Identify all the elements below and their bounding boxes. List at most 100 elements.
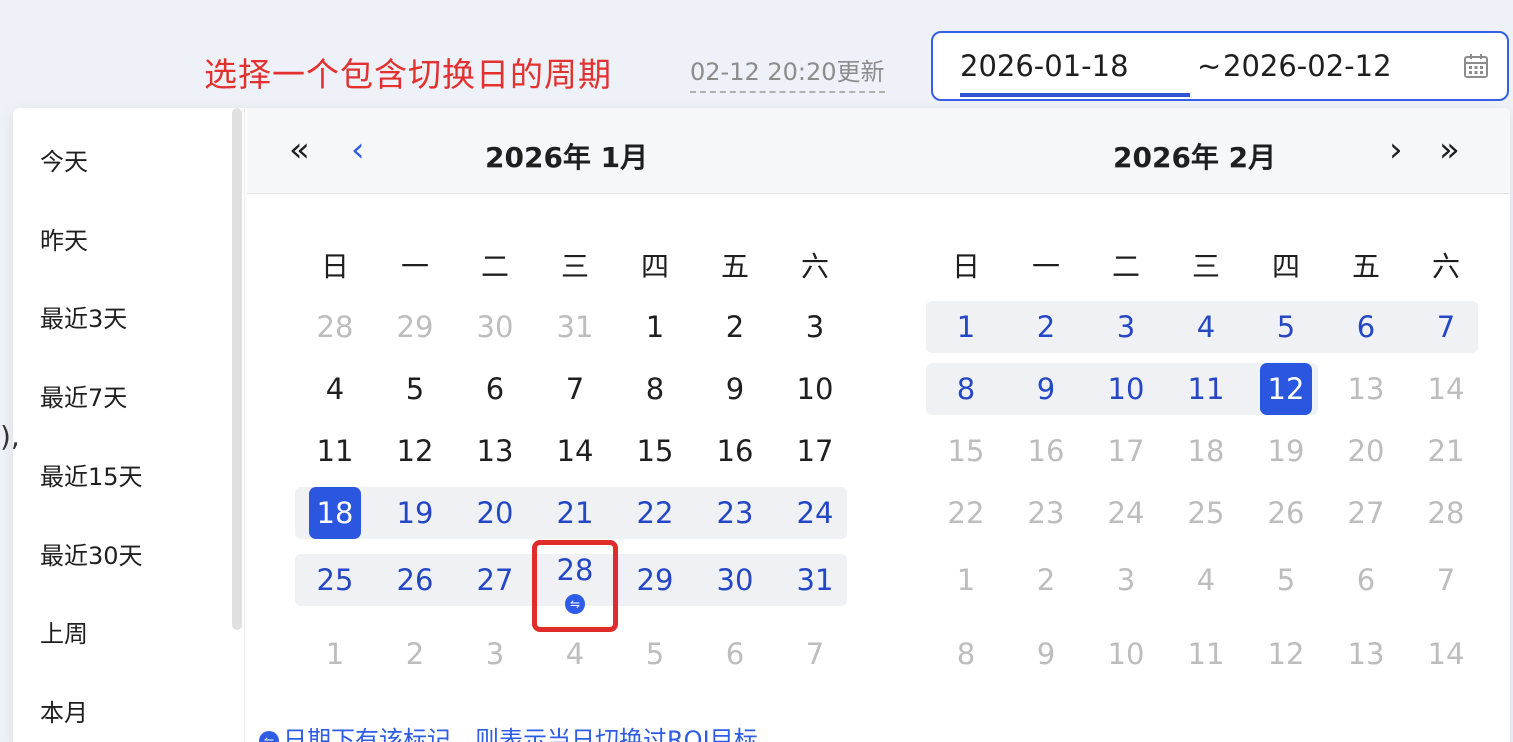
date-cell[interactable]: 24	[775, 493, 855, 533]
date-cell[interactable]: 11	[1166, 369, 1246, 409]
date-cell[interactable]: 2	[1006, 307, 1086, 347]
date-cell[interactable]: 25	[295, 560, 375, 600]
date-cell[interactable]: 8	[926, 634, 1006, 674]
date-cell[interactable]: 7	[1406, 560, 1486, 600]
date-cell[interactable]: 26	[1246, 493, 1326, 533]
date-cell[interactable]: 8	[615, 369, 695, 409]
date-cell[interactable]: 19	[1246, 431, 1326, 471]
preset-item[interactable]: 最近7天	[40, 378, 127, 413]
date-cell[interactable]: 29	[615, 560, 695, 600]
date-cell[interactable]: 6	[1326, 307, 1406, 347]
date-cell[interactable]: 31	[535, 307, 615, 347]
date-cell[interactable]: 2	[1006, 560, 1086, 600]
date-cell[interactable]: 17	[1086, 431, 1166, 471]
selected-date-cell[interactable]: 12	[1246, 369, 1326, 409]
date-cell[interactable]: 16	[695, 431, 775, 471]
preset-item[interactable]: 本月	[40, 693, 88, 728]
date-cell[interactable]: 5	[615, 634, 695, 674]
prev-year-button[interactable]: «	[289, 130, 310, 170]
preset-item[interactable]: 最近3天	[40, 299, 127, 334]
next-month-button[interactable]: ›	[1389, 130, 1403, 170]
date-cell[interactable]: 10	[1086, 634, 1166, 674]
date-cell[interactable]: 13	[1326, 369, 1406, 409]
date-cell[interactable]: 21	[535, 493, 615, 533]
date-cell[interactable]: 18	[1166, 431, 1246, 471]
date-cell[interactable]: 19	[375, 493, 455, 533]
date-cell[interactable]: 22	[615, 493, 695, 533]
date-cell[interactable]: 21	[1406, 431, 1486, 471]
date-cell[interactable]: 30	[455, 307, 535, 347]
range-end-field[interactable]: 2026-02-12	[1223, 49, 1392, 83]
date-cell[interactable]: 10	[1086, 369, 1166, 409]
date-cell[interactable]: 3	[1086, 307, 1166, 347]
date-cell[interactable]: 1	[926, 560, 1006, 600]
date-cell[interactable]: 9	[1006, 634, 1086, 674]
date-cell[interactable]: 1	[926, 307, 1006, 347]
date-cell[interactable]: 4	[295, 369, 375, 409]
date-cell[interactable]: 7	[1406, 307, 1486, 347]
date-cell[interactable]: 17	[775, 431, 855, 471]
selected-date-cell[interactable]: 18	[295, 493, 375, 533]
date-cell[interactable]: 12	[375, 431, 455, 471]
date-cell[interactable]: 2	[695, 307, 775, 347]
date-cell[interactable]: 27	[1326, 493, 1406, 533]
date-cell[interactable]: 16	[1006, 431, 1086, 471]
preset-item[interactable]: 最近30天	[40, 536, 143, 571]
date-cell[interactable]: 23	[695, 493, 775, 533]
date-cell[interactable]: 12	[1246, 634, 1326, 674]
date-cell[interactable]: 7	[775, 634, 855, 674]
date-cell[interactable]: 13	[455, 431, 535, 471]
next-year-button[interactable]: »	[1439, 130, 1460, 170]
preset-scrollbar[interactable]	[232, 108, 242, 630]
date-cell[interactable]: 2	[375, 634, 455, 674]
range-start-field[interactable]: 2026-01-18	[960, 49, 1129, 83]
date-cell[interactable]: 24	[1086, 493, 1166, 533]
date-cell[interactable]: 4	[1166, 560, 1246, 600]
date-cell[interactable]: 13	[1326, 634, 1406, 674]
preset-item[interactable]: 上周	[40, 614, 88, 649]
date-cell[interactable]: 20	[455, 493, 535, 533]
date-cell[interactable]: 4	[1166, 307, 1246, 347]
preset-item[interactable]: 昨天	[40, 221, 88, 256]
date-cell[interactable]: 14	[1406, 634, 1486, 674]
date-cell[interactable]: 14	[1406, 369, 1486, 409]
date-cell[interactable]: 9	[695, 369, 775, 409]
date-cell[interactable]: 15	[926, 431, 1006, 471]
date-cell[interactable]: 1	[295, 634, 375, 674]
date-cell[interactable]: 14	[535, 431, 615, 471]
date-range-input[interactable]: 2026-01-18 ~ 2026-02-12	[931, 31, 1509, 101]
date-cell[interactable]: 15	[615, 431, 695, 471]
date-cell[interactable]: 1	[615, 307, 695, 347]
date-cell[interactable]: 5	[375, 369, 455, 409]
date-cell[interactable]: 8	[926, 369, 1006, 409]
date-cell[interactable]: 4	[535, 634, 615, 674]
calendar-icon[interactable]	[1463, 53, 1489, 79]
date-cell[interactable]: 22	[926, 493, 1006, 533]
preset-item[interactable]: 今天	[40, 142, 88, 177]
date-cell[interactable]: 23	[1006, 493, 1086, 533]
date-cell[interactable]: 6	[1326, 560, 1406, 600]
date-cell[interactable]: 25	[1166, 493, 1246, 533]
date-cell[interactable]: 27	[455, 560, 535, 600]
date-cell[interactable]: 29	[375, 307, 455, 347]
date-cell[interactable]: 30	[695, 560, 775, 600]
date-cell[interactable]: 28	[295, 307, 375, 347]
date-cell[interactable]: 3	[1086, 560, 1166, 600]
date-cell[interactable]: 11	[1166, 634, 1246, 674]
date-cell[interactable]: 28	[1406, 493, 1486, 533]
date-cell[interactable]: 3	[455, 634, 535, 674]
date-cell[interactable]: 5	[1246, 560, 1326, 600]
date-cell[interactable]: 9	[1006, 369, 1086, 409]
date-cell[interactable]: 6	[455, 369, 535, 409]
date-cell[interactable]: 20	[1326, 431, 1406, 471]
date-cell[interactable]: 26	[375, 560, 455, 600]
date-cell[interactable]: 3	[775, 307, 855, 347]
preset-item[interactable]: 最近15天	[40, 457, 143, 492]
date-cell[interactable]: 11	[295, 431, 375, 471]
date-cell[interactable]: 5	[1246, 307, 1326, 347]
date-cell[interactable]: 10	[775, 369, 855, 409]
date-cell[interactable]: 6	[695, 634, 775, 674]
prev-month-button[interactable]: ‹	[351, 130, 365, 170]
date-cell[interactable]: 7	[535, 369, 615, 409]
date-cell[interactable]: 31	[775, 560, 855, 600]
